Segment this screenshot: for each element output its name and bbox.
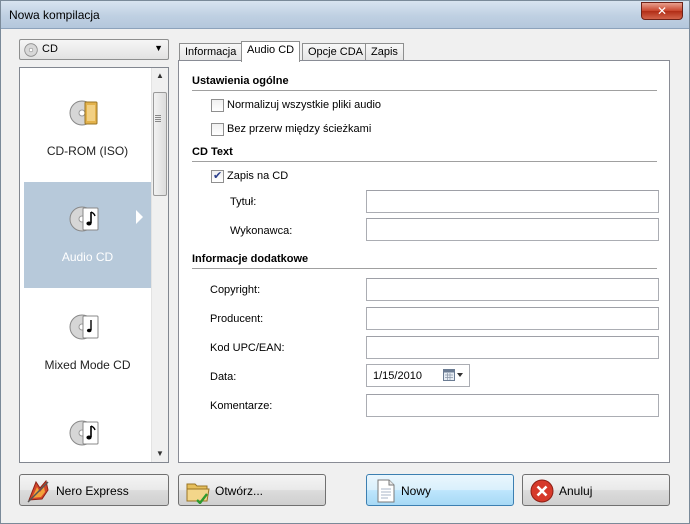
nero-express-label: Nero Express <box>56 484 129 498</box>
nero-express-button[interactable]: Nero Express <box>19 474 169 506</box>
list-item-cdrom-iso[interactable]: CD-ROM (ISO) <box>24 76 151 182</box>
list-item-audio-disc[interactable] <box>24 396 151 462</box>
write-cd-text-checkbox[interactable] <box>211 169 224 183</box>
media-type-value: CD <box>42 43 58 55</box>
window-title: Nowa kompilacja <box>9 8 100 22</box>
upc-ean-input[interactable] <box>366 336 659 359</box>
date-value: 1/15/2010 <box>373 370 422 382</box>
date-label: Data: <box>210 371 237 383</box>
audio-cd-tab-panel: Ustawienia ogólne Normalizuj wszystkie p… <box>178 60 670 463</box>
write-cd-text-label: Zapis na CD <box>227 170 289 182</box>
mixed-disc-icon <box>68 310 102 347</box>
audio-disc-note-icon <box>68 202 102 239</box>
scroll-grip-icon <box>155 115 161 116</box>
disc-icon <box>24 43 38 60</box>
close-button[interactable]: ✕ <box>641 2 683 20</box>
scroll-thumb[interactable] <box>153 92 167 196</box>
audio-disc-note-icon <box>68 416 102 453</box>
list-item-audio-cd[interactable]: Audio CD <box>24 182 151 288</box>
list-item-label: CD-ROM (ISO) <box>46 144 129 158</box>
tab-opcje-cda[interactable]: Opcje CDA <box>302 43 370 61</box>
chevron-down-icon: ▼ <box>154 43 163 53</box>
copyright-input[interactable] <box>366 278 659 301</box>
title-bar: Nowa kompilacja ✕ <box>1 1 689 29</box>
nero-express-icon <box>26 478 52 507</box>
normalize-label: Normalizuj wszystkie pliki audio <box>227 99 382 111</box>
new-label: Nowy <box>401 484 432 498</box>
list-item-mixed-mode-cd[interactable]: Mixed Mode CD <box>24 290 151 396</box>
media-type-select[interactable]: CD ▼ <box>19 39 169 60</box>
scroll-up-icon[interactable]: ▲ <box>152 68 168 84</box>
additional-info-heading: Informacje dodatkowe <box>192 253 657 269</box>
tab-informacja[interactable]: Informacja <box>179 43 243 61</box>
tab-audio-cd[interactable]: Audio CD <box>241 41 301 62</box>
project-type-list[interactable]: CD-ROM (ISO) Audio CD Mixed Mode CD ▲ ▼ <box>19 67 169 463</box>
selected-arrow-icon <box>136 210 143 224</box>
open-button[interactable]: Otwórz... <box>178 474 326 506</box>
cd-text-heading: CD Text <box>192 146 657 162</box>
producer-input[interactable] <box>366 307 659 330</box>
vertical-scrollbar[interactable]: ▲ ▼ <box>151 68 168 462</box>
artist-input[interactable] <box>366 218 659 241</box>
cancel-button[interactable]: Anuluj <box>522 474 670 506</box>
title-input[interactable] <box>366 190 659 213</box>
open-folder-icon <box>185 478 211 507</box>
tab-zapis[interactable]: Zapis <box>365 43 404 61</box>
copyright-label: Copyright: <box>210 284 261 296</box>
new-document-icon <box>373 478 399 507</box>
upc-ean-label: Kod UPC/EAN: <box>210 342 285 354</box>
cancel-icon <box>529 478 555 507</box>
producer-label: Producent: <box>210 313 264 325</box>
artist-label: Wykonawca: <box>230 225 293 237</box>
open-label: Otwórz... <box>215 484 264 498</box>
comments-label: Komentarze: <box>210 400 273 412</box>
general-settings-heading: Ustawienia ogólne <box>192 75 657 91</box>
data-disc-folder-icon <box>68 96 102 133</box>
new-button[interactable]: Nowy <box>366 474 514 506</box>
cancel-label: Anuluj <box>559 484 593 498</box>
normalize-checkbox[interactable] <box>211 99 224 112</box>
calendar-dropdown-icon[interactable] <box>443 369 465 385</box>
new-compilation-dialog: Nowa kompilacja ✕ CD ▼ CD-ROM (ISO) Audi… <box>0 0 690 524</box>
list-item-label: Audio CD <box>61 250 114 264</box>
comments-input[interactable] <box>366 394 659 417</box>
scroll-down-icon[interactable]: ▼ <box>152 446 168 462</box>
no-gaps-checkbox[interactable] <box>211 123 224 136</box>
list-item-label: Mixed Mode CD <box>44 358 131 372</box>
title-label: Tytuł: <box>230 196 257 208</box>
no-gaps-label: Bez przerw między ścieżkami <box>227 123 372 135</box>
date-picker[interactable]: 1/15/2010 <box>366 364 470 387</box>
